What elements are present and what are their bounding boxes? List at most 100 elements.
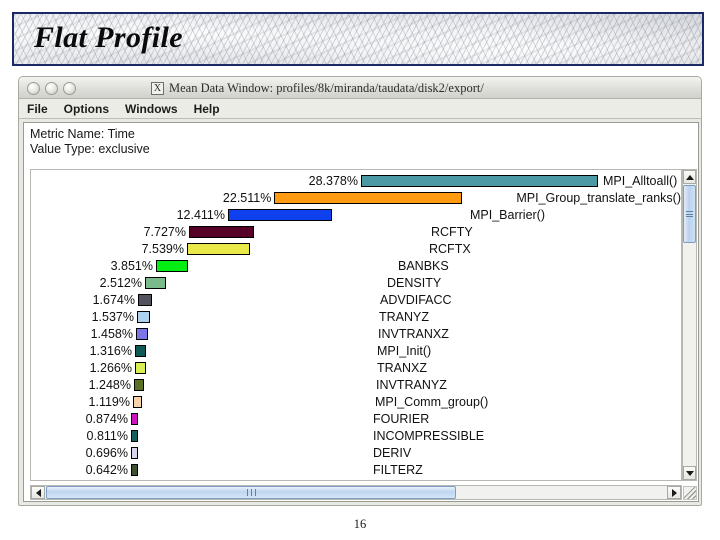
minimize-icon[interactable] [45,82,58,95]
chart-row[interactable]: 0.874% FOURIER [31,410,681,427]
bar[interactable] [131,463,138,476]
bar-category-label: MPI_Barrier() [470,207,546,222]
scroll-up-button[interactable] [683,170,696,184]
scroll-right-button[interactable] [667,486,681,499]
bar-category-label: BANBKS [398,258,449,273]
bar-category-label: DERIV [373,445,412,460]
scroll-down-button[interactable] [683,466,696,480]
bar-value-label: 2.512% [99,275,142,290]
chevron-left-icon [35,488,41,497]
menu-item-help[interactable]: Help [194,102,220,116]
chart-row[interactable]: 1.458% INVTRANXZ [31,325,681,342]
horizontal-scrollbar[interactable] [30,485,682,500]
chart-row[interactable]: 1.266% TRANXZ [31,359,681,376]
slide-page-number: 16 [353,517,367,531]
bar-value-label: 7.539% [141,241,184,256]
bar[interactable] [131,429,138,442]
bar[interactable] [133,395,142,408]
bar-value-label: 1.119% [88,394,130,409]
bar-value-label: 1.458% [90,326,133,341]
bar-category-label: MPI_Group_translate_ranks() [516,190,681,205]
bar[interactable] [135,344,146,357]
bar-category-label: TRANYZ [379,309,429,324]
chart-row[interactable]: 3.851% BANBKS [31,257,681,274]
metric-info-block: Metric Name: Time Value Type: exclusive [24,123,698,159]
chart-row[interactable]: 1.674% ADVDIFACC [31,291,681,308]
bar-value-label: 1.674% [92,292,135,307]
bar[interactable] [189,225,254,238]
bar[interactable] [138,293,152,306]
bar[interactable] [134,378,144,391]
menu-item-file[interactable]: File [27,102,48,116]
chart-row[interactable]: 22.511% MPI_Group_translate_ranks() [31,189,681,206]
chart-row[interactable]: 7.539% RCFTX [31,240,681,257]
chart-rows: 28.378% MPI_Alltoall() 22.511% MPI_Group_tr… [31,172,681,478]
bar-category-label: RCFTX [429,241,471,256]
client-area: Metric Name: Time Value Type: exclusive … [23,122,699,502]
bar-value-label: 1.248% [88,377,131,392]
bar[interactable] [228,208,332,221]
chart-row[interactable]: 1.248% INVTRANYZ [31,376,681,393]
close-icon[interactable] [27,82,40,95]
scroll-left-button[interactable] [31,486,45,499]
bar-category-label: MPI_Comm_group() [375,394,489,409]
chevron-down-icon [685,470,694,476]
bar[interactable] [136,327,148,340]
flat-profile-chart-pane[interactable]: 28.378% MPI_Alltoall() 22.511% MPI_Group_tr… [30,169,682,481]
x-application-icon: X [151,81,164,95]
bar-category-label: ADVDIFACC [380,292,452,307]
bar[interactable] [135,361,146,374]
bar-value-label: 0.811% [86,428,128,443]
window-title-group: X Mean Data Window: profiles/8k/miranda/… [151,79,484,97]
bar[interactable] [131,446,138,459]
bar[interactable] [361,174,598,187]
bar-value-label: 22.511% [222,190,272,205]
menu-item-windows[interactable]: Windows [125,102,178,116]
bar-value-label: 0.696% [85,445,128,460]
bar[interactable] [131,412,138,425]
chart-row[interactable]: 28.378% MPI_Alltoall() [31,172,681,189]
bar-category-label: INVTRANXZ [378,326,449,341]
bar[interactable] [145,276,166,289]
page-title: Flat Profile [34,21,183,54]
bar-value-label: 3.851% [110,258,153,273]
bar[interactable] [187,242,250,255]
vertical-scrollbar-thumb[interactable] [683,185,696,243]
chart-row[interactable]: 1.316% MPI_Init() [31,342,681,359]
bar[interactable] [137,310,150,323]
grip-icon [245,489,257,496]
bar-category-label: RCFTY [431,224,473,239]
window-titlebar[interactable]: X Mean Data Window: profiles/8k/miranda/… [19,77,701,99]
bar-category-label: TRANXZ [377,360,427,375]
bar-value-label: 7.727% [143,224,186,239]
chart-row[interactable]: 0.811% INCOMPRESSIBLE [31,427,681,444]
bar-value-label: 1.316% [89,343,132,358]
bar-category-label: DENSITY [387,275,442,290]
bar[interactable] [274,191,463,204]
chart-row[interactable]: 1.119% MPI_Comm_group() [31,393,681,410]
maximize-icon[interactable] [63,82,76,95]
grip-icon [686,210,693,219]
bar-category-label: INCOMPRESSIBLE [373,428,485,443]
resize-grip[interactable] [683,486,697,500]
window-title: Mean Data Window: profiles/8k/miranda/ta… [169,80,484,95]
chart-row[interactable]: 1.537% TRANYZ [31,308,681,325]
chart-row[interactable]: 0.696% DERIV [31,444,681,461]
bar-value-label: 12.411% [176,207,225,222]
bar-value-label: 0.874% [85,411,128,426]
chart-row[interactable]: 7.727% RCFTY [31,223,681,240]
bar-category-label: MPI_Init() [377,343,432,358]
metric-name-label: Metric Name: Time [30,127,135,141]
chart-row[interactable]: 2.512% DENSITY [31,274,681,291]
bar[interactable] [156,259,188,272]
bar-value-label: 28.378% [308,173,358,188]
application-window: X Mean Data Window: profiles/8k/miranda/… [18,76,702,506]
slide-title-banner: Flat Profile [12,12,704,66]
bar-category-label: FOURIER [373,411,430,426]
bar-value-label: 1.266% [89,360,132,375]
chart-row[interactable]: 12.411% MPI_Barrier() [31,206,681,223]
horizontal-scrollbar-thumb[interactable] [46,486,456,499]
vertical-scrollbar[interactable] [682,169,697,481]
menu-item-options[interactable]: Options [64,102,109,116]
chart-row[interactable]: 0.642% FILTERZ [31,461,681,478]
